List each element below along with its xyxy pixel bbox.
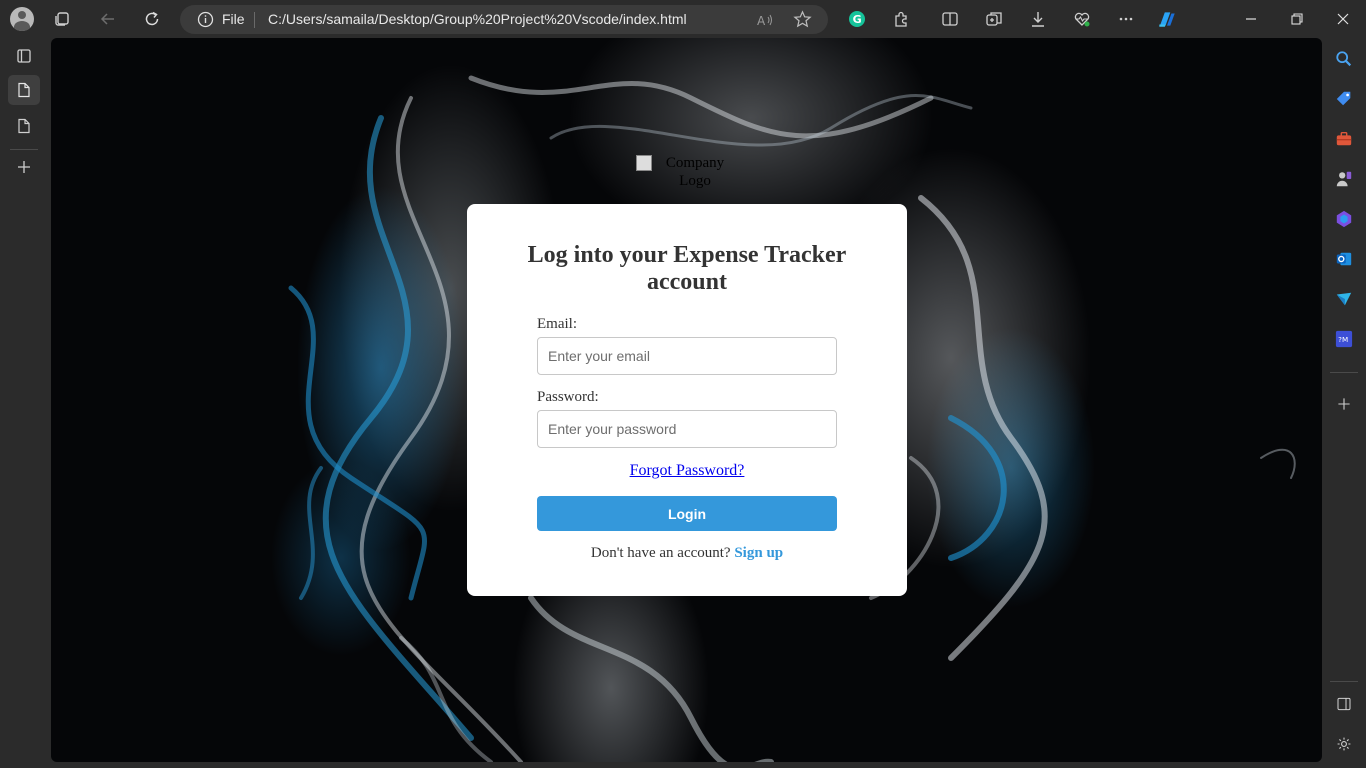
search-icon[interactable] bbox=[1334, 49, 1354, 69]
svg-text:G: G bbox=[853, 13, 862, 26]
games-icon[interactable] bbox=[1334, 169, 1354, 189]
avatar-icon[interactable] bbox=[10, 7, 34, 31]
outlook-icon[interactable] bbox=[1334, 249, 1354, 269]
split-screen-icon[interactable] bbox=[938, 7, 962, 31]
more-icon[interactable] bbox=[1114, 7, 1138, 31]
address-bar[interactable]: File C:/Users/samaila/Desktop/Group%20Pr… bbox=[180, 5, 828, 34]
svg-text:?M: ?M bbox=[1338, 335, 1348, 344]
star-icon[interactable] bbox=[793, 10, 812, 29]
password-label: Password: bbox=[537, 389, 599, 405]
shopping-tag-icon[interactable] bbox=[1334, 89, 1354, 109]
sidebar-divider bbox=[1330, 372, 1358, 373]
heartbeat-icon[interactable] bbox=[1070, 7, 1094, 31]
copilot-icon[interactable] bbox=[1155, 7, 1179, 31]
edge-sidebar: ?M bbox=[1322, 38, 1366, 768]
grammarly-icon[interactable]: G bbox=[845, 7, 869, 31]
add-sidebar-app-icon[interactable] bbox=[1334, 394, 1354, 414]
email-field[interactable] bbox=[537, 337, 837, 375]
sidebar-divider bbox=[1330, 681, 1358, 682]
signup-line: Don't have an account? Sign up bbox=[507, 545, 867, 562]
vertical-tabs-sidebar bbox=[0, 38, 48, 768]
signup-link[interactable]: Sign up bbox=[734, 545, 783, 561]
download-icon[interactable] bbox=[1026, 7, 1050, 31]
back-arrow-icon[interactable] bbox=[96, 7, 120, 31]
page-title: Log into your Expense Tracker account bbox=[527, 242, 847, 295]
new-tab-icon[interactable] bbox=[8, 152, 40, 182]
refresh-icon[interactable] bbox=[140, 7, 164, 31]
signup-prompt: Don't have an account? bbox=[590, 545, 731, 561]
svg-text:A: A bbox=[757, 14, 766, 28]
forgot-password-link[interactable]: Forgot Password? bbox=[507, 462, 867, 480]
page-viewport: Company Logo Log into your Expense Track… bbox=[51, 38, 1322, 762]
minimize-icon[interactable] bbox=[1241, 9, 1261, 29]
hide-sidebar-icon[interactable] bbox=[1334, 694, 1354, 714]
sidebar-divider bbox=[10, 149, 38, 150]
address-separator bbox=[254, 12, 255, 28]
tab-current-page[interactable] bbox=[8, 75, 40, 105]
browser-toolbar: File C:/Users/samaila/Desktop/Group%20Pr… bbox=[0, 0, 1366, 38]
read-aloud-icon[interactable]: A bbox=[756, 11, 774, 29]
company-logo: Company Logo bbox=[636, 153, 736, 193]
login-button[interactable]: Login bbox=[537, 496, 837, 531]
app-tile-icon[interactable]: ?M bbox=[1334, 329, 1354, 349]
scheme-label[interactable]: File bbox=[222, 11, 245, 27]
collections-icon[interactable] bbox=[982, 7, 1006, 31]
copilot-app-icon[interactable] bbox=[1334, 209, 1354, 229]
drop-icon[interactable] bbox=[1334, 289, 1354, 309]
tab-actions-icon[interactable] bbox=[8, 41, 40, 71]
tools-briefcase-icon[interactable] bbox=[1334, 129, 1354, 149]
url-text[interactable]: C:/Users/samaila/Desktop/Group%20Project… bbox=[268, 11, 687, 27]
logo-alt-text: Company Logo bbox=[665, 155, 725, 189]
restore-icon[interactable] bbox=[1287, 9, 1307, 29]
info-icon[interactable] bbox=[197, 11, 214, 28]
settings-gear-icon[interactable] bbox=[1334, 734, 1354, 754]
email-label: Email: bbox=[537, 316, 577, 332]
workspaces-icon[interactable] bbox=[50, 7, 74, 31]
password-field[interactable] bbox=[537, 410, 837, 448]
puzzle-icon[interactable] bbox=[889, 7, 913, 31]
close-icon[interactable] bbox=[1333, 9, 1353, 29]
tab-page[interactable] bbox=[8, 111, 40, 141]
login-card: Log into your Expense Tracker account Em… bbox=[467, 204, 907, 596]
